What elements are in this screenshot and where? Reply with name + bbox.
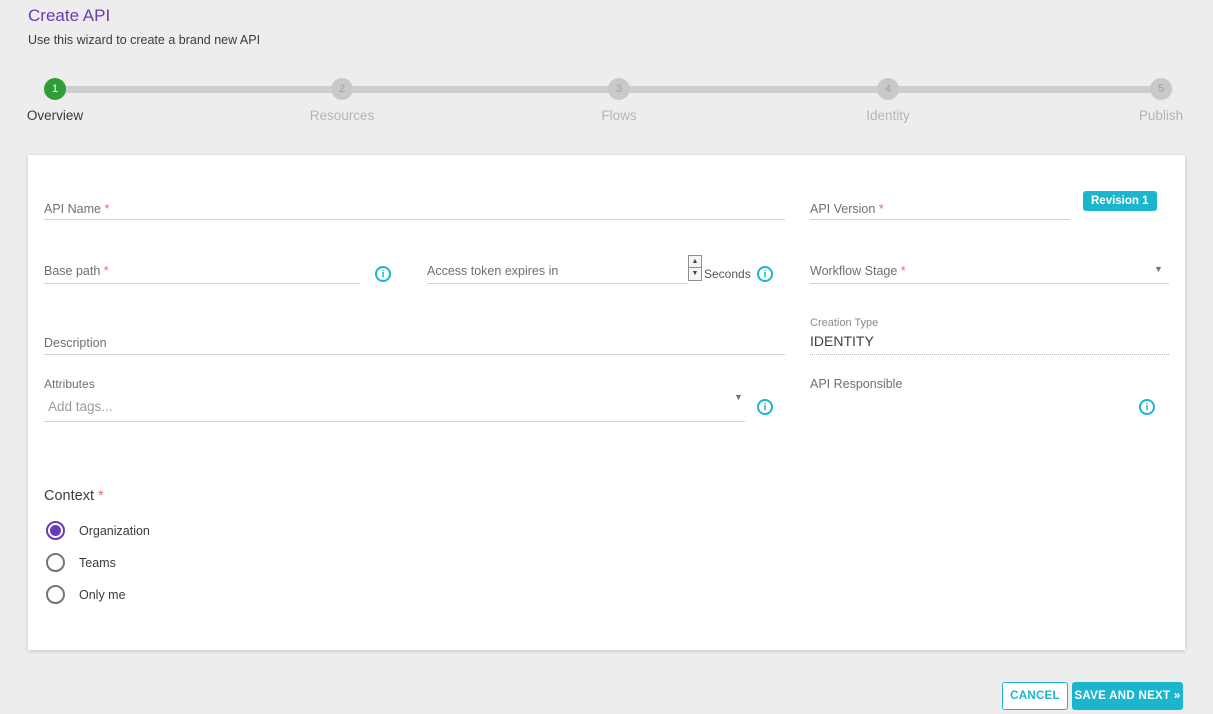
form-card [28,155,1185,650]
access-token-info-icon[interactable]: i [757,266,773,282]
radio-teams[interactable]: Teams [46,553,116,572]
api-name-field[interactable]: API Name * [44,200,109,218]
base-path-label: Base path * [44,264,109,278]
workflow-stage-caret-down-icon[interactable]: ▼ [1154,264,1163,274]
radio-unselected-icon [46,553,65,572]
attributes-caret-down-icon[interactable]: ▼ [734,392,743,402]
radio-only-me[interactable]: Only me [46,585,126,604]
base-path-field[interactable]: Base path * [44,262,109,280]
step-label-resources: Resources [272,108,412,123]
api-version-underline [810,219,1070,220]
step-circle-publish[interactable]: 5 [1150,78,1172,100]
creation-type-underline [810,354,1169,355]
workflow-stage-label: Workflow Stage * [810,264,906,278]
access-token-spinner: ▲ ▼ [688,255,702,281]
attributes-label: Attributes [44,377,95,391]
required-asterisk: * [901,264,906,278]
save-and-next-button[interactable]: SAVE AND NEXT » [1072,682,1183,710]
radio-only-me-label: Only me [79,588,126,602]
radio-organization[interactable]: Organization [46,521,150,540]
revision-badge: Revision 1 [1083,191,1157,211]
radio-unselected-icon [46,585,65,604]
access-token-unit-label: Seconds [704,267,751,281]
api-name-label: API Name * [44,202,109,216]
api-name-underline [44,219,785,220]
page-subtitle: Use this wizard to create a brand new AP… [28,33,260,47]
required-asterisk: * [104,202,109,216]
radio-organization-label: Organization [79,524,150,538]
description-label: Description [44,336,107,350]
description-underline [44,354,785,355]
step-label-identity: Identity [818,108,958,123]
spinner-down-icon[interactable]: ▼ [688,268,702,281]
api-responsible-info-icon[interactable]: i [1139,399,1155,415]
radio-teams-label: Teams [79,556,116,570]
radio-selected-icon [46,521,65,540]
step-label-flows: Flows [549,108,689,123]
context-label: Context * [44,488,104,504]
workflow-stage-select[interactable]: Workflow Stage * [810,262,906,280]
step-circle-overview[interactable]: 1 [44,78,66,100]
api-version-field[interactable]: API Version * [810,200,884,218]
creation-type-value: IDENTITY [810,333,874,349]
access-token-field[interactable]: Access token expires in [427,262,558,280]
step-label-overview: Overview [0,108,125,123]
cancel-button[interactable]: CANCEL [1002,682,1068,710]
attributes-tags-input[interactable]: Add tags... [48,399,113,414]
step-circle-resources[interactable]: 2 [331,78,353,100]
step-circle-identity[interactable]: 4 [877,78,899,100]
spinner-up-icon[interactable]: ▲ [688,255,702,268]
api-version-label: API Version * [810,202,884,216]
api-responsible-label: API Responsible [810,377,902,391]
base-path-info-icon[interactable]: i [375,266,391,282]
access-token-label: Access token expires in [427,264,558,278]
creation-type-label: Creation Type [810,317,878,329]
base-path-underline [44,283,360,284]
step-circle-flows[interactable]: 3 [608,78,630,100]
required-asterisk: * [879,202,884,216]
required-asterisk: * [98,488,104,504]
description-field[interactable]: Description [44,334,107,352]
access-token-underline [427,283,688,284]
attributes-underline [44,421,745,422]
step-label-publish: Publish [1091,108,1213,123]
page-title: Create API [28,6,110,26]
attributes-info-icon[interactable]: i [757,399,773,415]
workflow-stage-underline [810,283,1169,284]
required-asterisk: * [104,264,109,278]
